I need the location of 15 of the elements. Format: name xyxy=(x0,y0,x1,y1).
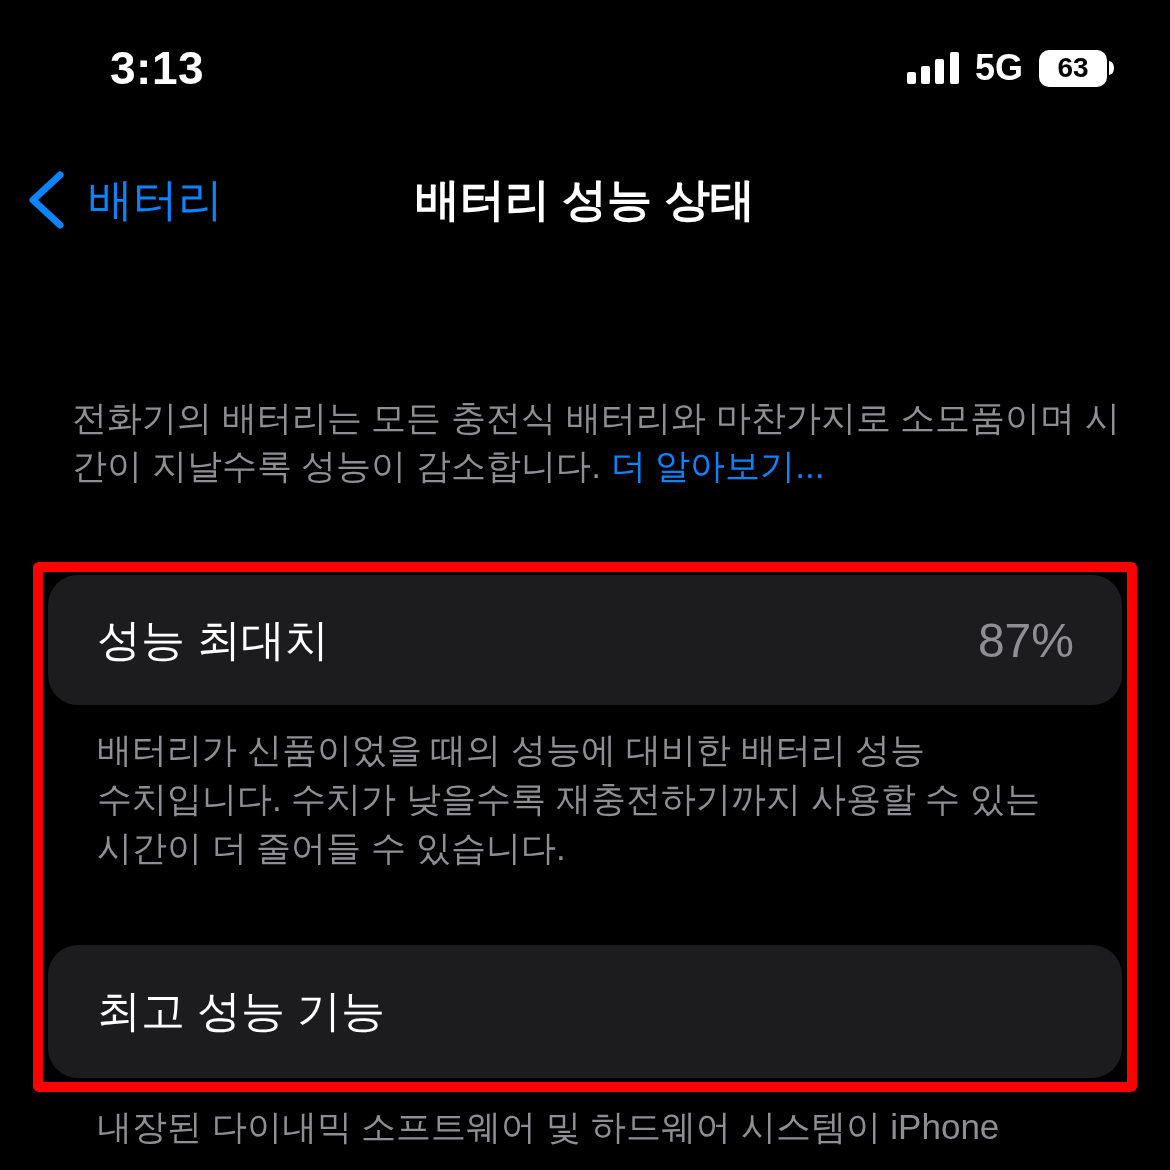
page-title: 배터리 성능 상태 xyxy=(415,173,755,227)
row-label: 성능 최대치 xyxy=(97,613,330,666)
section-footer-text: 배터리가 신품이었을 때의 성능에 대비한 배터리 성능 수치입니다. 수치가 낮을수록 재충전하기까지 사용할 수 있는 시간이 더 줄어들 수 있습니다. xyxy=(96,729,1042,869)
battery-nub-icon xyxy=(1109,61,1114,75)
chevron-left-icon xyxy=(28,171,64,229)
row-value: 87% xyxy=(977,612,1074,668)
signal-icon xyxy=(906,52,959,84)
learn-more-link[interactable]: 더 알아보기... xyxy=(610,446,825,485)
intro-text: 전화기의 배터리는 모든 충전식 배터리와 마찬가지로 소모품이며 시 간이 지날수록 성능이 감소합니다. 더 알아보기... xyxy=(72,397,1122,487)
network-type: 5G xyxy=(974,47,1023,89)
row-label: 최고 성능 기능 xyxy=(97,985,386,1037)
status-time: 3:13 xyxy=(110,41,205,95)
back-button[interactable]: 배터리 xyxy=(28,170,223,230)
battery-indicator: 63 xyxy=(1039,49,1107,87)
section-footer-text: 내장된 다이내믹 소프트웨어 및 하드웨어 시스템이 iPhone xyxy=(96,1106,1001,1148)
